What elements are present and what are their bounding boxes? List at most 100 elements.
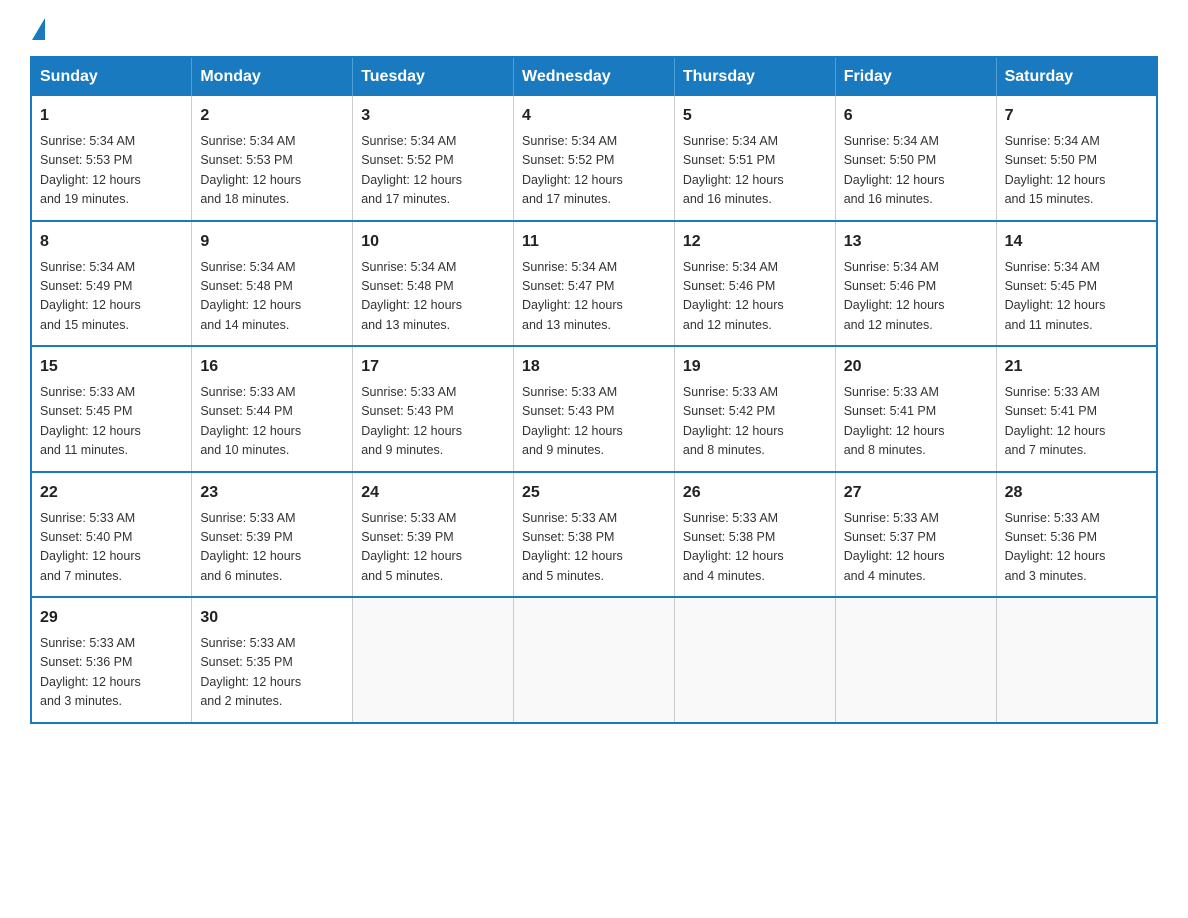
day-number: 1 xyxy=(40,104,183,128)
day-number: 3 xyxy=(361,104,505,128)
page-header xyxy=(30,20,1158,38)
day-info: Sunrise: 5:34 AMSunset: 5:46 PMDaylight:… xyxy=(844,258,988,336)
day-number: 14 xyxy=(1005,230,1148,254)
weekday-header-saturday: Saturday xyxy=(996,57,1157,96)
day-number: 6 xyxy=(844,104,988,128)
day-number: 26 xyxy=(683,481,827,505)
day-info: Sunrise: 5:33 AMSunset: 5:38 PMDaylight:… xyxy=(683,509,827,587)
weekday-header-friday: Friday xyxy=(835,57,996,96)
weekday-header-thursday: Thursday xyxy=(674,57,835,96)
calendar-cell xyxy=(835,597,996,723)
calendar-table: SundayMondayTuesdayWednesdayThursdayFrid… xyxy=(30,56,1158,724)
calendar-cell: 12 Sunrise: 5:34 AMSunset: 5:46 PMDayligh… xyxy=(674,221,835,347)
day-info: Sunrise: 5:33 AMSunset: 5:39 PMDaylight:… xyxy=(200,509,344,587)
day-number: 27 xyxy=(844,481,988,505)
day-info: Sunrise: 5:33 AMSunset: 5:44 PMDaylight:… xyxy=(200,383,344,461)
calendar-cell xyxy=(514,597,675,723)
calendar-week-row: 15 Sunrise: 5:33 AMSunset: 5:45 PMDayligh… xyxy=(31,346,1157,472)
day-info: Sunrise: 5:33 AMSunset: 5:37 PMDaylight:… xyxy=(844,509,988,587)
day-number: 12 xyxy=(683,230,827,254)
day-info: Sunrise: 5:34 AMSunset: 5:50 PMDaylight:… xyxy=(844,132,988,210)
day-info: Sunrise: 5:34 AMSunset: 5:45 PMDaylight:… xyxy=(1005,258,1148,336)
calendar-cell: 16 Sunrise: 5:33 AMSunset: 5:44 PMDayligh… xyxy=(192,346,353,472)
day-number: 5 xyxy=(683,104,827,128)
calendar-cell: 29 Sunrise: 5:33 AMSunset: 5:36 PMDayligh… xyxy=(31,597,192,723)
calendar-cell: 13 Sunrise: 5:34 AMSunset: 5:46 PMDayligh… xyxy=(835,221,996,347)
day-number: 19 xyxy=(683,355,827,379)
calendar-week-row: 29 Sunrise: 5:33 AMSunset: 5:36 PMDayligh… xyxy=(31,597,1157,723)
day-info: Sunrise: 5:33 AMSunset: 5:36 PMDaylight:… xyxy=(40,634,183,712)
calendar-week-row: 8 Sunrise: 5:34 AMSunset: 5:49 PMDaylight… xyxy=(31,221,1157,347)
day-number: 8 xyxy=(40,230,183,254)
calendar-week-row: 1 Sunrise: 5:34 AMSunset: 5:53 PMDaylight… xyxy=(31,96,1157,221)
calendar-cell: 25Sunrise: 5:33 AMSunset: 5:38 PMDayligh… xyxy=(514,472,675,598)
calendar-cell: 20Sunrise: 5:33 AMSunset: 5:41 PMDayligh… xyxy=(835,346,996,472)
day-info: Sunrise: 5:34 AMSunset: 5:52 PMDaylight:… xyxy=(522,132,666,210)
day-number: 21 xyxy=(1005,355,1148,379)
day-number: 16 xyxy=(200,355,344,379)
day-info: Sunrise: 5:33 AMSunset: 5:43 PMDaylight:… xyxy=(522,383,666,461)
day-number: 7 xyxy=(1005,104,1148,128)
day-number: 10 xyxy=(361,230,505,254)
day-number: 11 xyxy=(522,230,666,254)
day-info: Sunrise: 5:34 AMSunset: 5:47 PMDaylight:… xyxy=(522,258,666,336)
calendar-cell: 2Sunrise: 5:34 AMSunset: 5:53 PMDaylight… xyxy=(192,96,353,221)
weekday-header-tuesday: Tuesday xyxy=(353,57,514,96)
day-number: 23 xyxy=(200,481,344,505)
day-number: 13 xyxy=(844,230,988,254)
day-info: Sunrise: 5:33 AMSunset: 5:43 PMDaylight:… xyxy=(361,383,505,461)
calendar-cell: 26 Sunrise: 5:33 AMSunset: 5:38 PMDayligh… xyxy=(674,472,835,598)
calendar-cell: 21Sunrise: 5:33 AMSunset: 5:41 PMDayligh… xyxy=(996,346,1157,472)
day-number: 15 xyxy=(40,355,183,379)
day-info: Sunrise: 5:34 AMSunset: 5:50 PMDaylight:… xyxy=(1005,132,1148,210)
calendar-cell: 22Sunrise: 5:33 AMSunset: 5:40 PMDayligh… xyxy=(31,472,192,598)
calendar-cell: 27 Sunrise: 5:33 AMSunset: 5:37 PMDayligh… xyxy=(835,472,996,598)
day-number: 29 xyxy=(40,606,183,630)
day-number: 2 xyxy=(200,104,344,128)
weekday-header-monday: Monday xyxy=(192,57,353,96)
day-info: Sunrise: 5:34 AMSunset: 5:48 PMDaylight:… xyxy=(200,258,344,336)
calendar-cell: 10 Sunrise: 5:34 AMSunset: 5:48 PMDayligh… xyxy=(353,221,514,347)
day-info: Sunrise: 5:34 AMSunset: 5:48 PMDaylight:… xyxy=(361,258,505,336)
day-info: Sunrise: 5:33 AMSunset: 5:42 PMDaylight:… xyxy=(683,383,827,461)
logo-triangle-icon xyxy=(32,18,45,40)
day-number: 4 xyxy=(522,104,666,128)
calendar-cell: 3 Sunrise: 5:34 AMSunset: 5:52 PMDaylight… xyxy=(353,96,514,221)
calendar-cell: 6 Sunrise: 5:34 AMSunset: 5:50 PMDaylight… xyxy=(835,96,996,221)
day-number: 28 xyxy=(1005,481,1148,505)
calendar-cell: 8 Sunrise: 5:34 AMSunset: 5:49 PMDaylight… xyxy=(31,221,192,347)
day-info: Sunrise: 5:34 AMSunset: 5:46 PMDaylight:… xyxy=(683,258,827,336)
calendar-cell: 15 Sunrise: 5:33 AMSunset: 5:45 PMDayligh… xyxy=(31,346,192,472)
day-info: Sunrise: 5:34 AMSunset: 5:49 PMDaylight:… xyxy=(40,258,183,336)
calendar-cell: 18 Sunrise: 5:33 AMSunset: 5:43 PMDayligh… xyxy=(514,346,675,472)
day-info: Sunrise: 5:33 AMSunset: 5:45 PMDaylight:… xyxy=(40,383,183,461)
calendar-cell: 23 Sunrise: 5:33 AMSunset: 5:39 PMDayligh… xyxy=(192,472,353,598)
weekday-header-wednesday: Wednesday xyxy=(514,57,675,96)
calendar-cell: 30Sunrise: 5:33 AMSunset: 5:35 PMDayligh… xyxy=(192,597,353,723)
calendar-cell xyxy=(353,597,514,723)
day-info: Sunrise: 5:34 AMSunset: 5:52 PMDaylight:… xyxy=(361,132,505,210)
day-info: Sunrise: 5:33 AMSunset: 5:38 PMDaylight:… xyxy=(522,509,666,587)
day-number: 9 xyxy=(200,230,344,254)
weekday-header-sunday: Sunday xyxy=(31,57,192,96)
logo xyxy=(30,20,45,38)
calendar-cell: 28 Sunrise: 5:33 AMSunset: 5:36 PMDayligh… xyxy=(996,472,1157,598)
calendar-cell: 24 Sunrise: 5:33 AMSunset: 5:39 PMDayligh… xyxy=(353,472,514,598)
day-info: Sunrise: 5:33 AMSunset: 5:41 PMDaylight:… xyxy=(844,383,988,461)
calendar-cell: 19 Sunrise: 5:33 AMSunset: 5:42 PMDayligh… xyxy=(674,346,835,472)
day-number: 17 xyxy=(361,355,505,379)
calendar-cell: 4 Sunrise: 5:34 AMSunset: 5:52 PMDaylight… xyxy=(514,96,675,221)
day-info: Sunrise: 5:33 AMSunset: 5:39 PMDaylight:… xyxy=(361,509,505,587)
calendar-cell: 1 Sunrise: 5:34 AMSunset: 5:53 PMDaylight… xyxy=(31,96,192,221)
day-info: Sunrise: 5:34 AMSunset: 5:53 PMDaylight:… xyxy=(40,132,183,210)
calendar-week-row: 22Sunrise: 5:33 AMSunset: 5:40 PMDayligh… xyxy=(31,472,1157,598)
day-number: 24 xyxy=(361,481,505,505)
weekday-header-row: SundayMondayTuesdayWednesdayThursdayFrid… xyxy=(31,57,1157,96)
day-number: 18 xyxy=(522,355,666,379)
day-number: 22 xyxy=(40,481,183,505)
calendar-cell: 9 Sunrise: 5:34 AMSunset: 5:48 PMDaylight… xyxy=(192,221,353,347)
calendar-cell xyxy=(996,597,1157,723)
calendar-cell: 14 Sunrise: 5:34 AMSunset: 5:45 PMDayligh… xyxy=(996,221,1157,347)
calendar-cell: 5Sunrise: 5:34 AMSunset: 5:51 PMDaylight… xyxy=(674,96,835,221)
day-info: Sunrise: 5:33 AMSunset: 5:36 PMDaylight:… xyxy=(1005,509,1148,587)
